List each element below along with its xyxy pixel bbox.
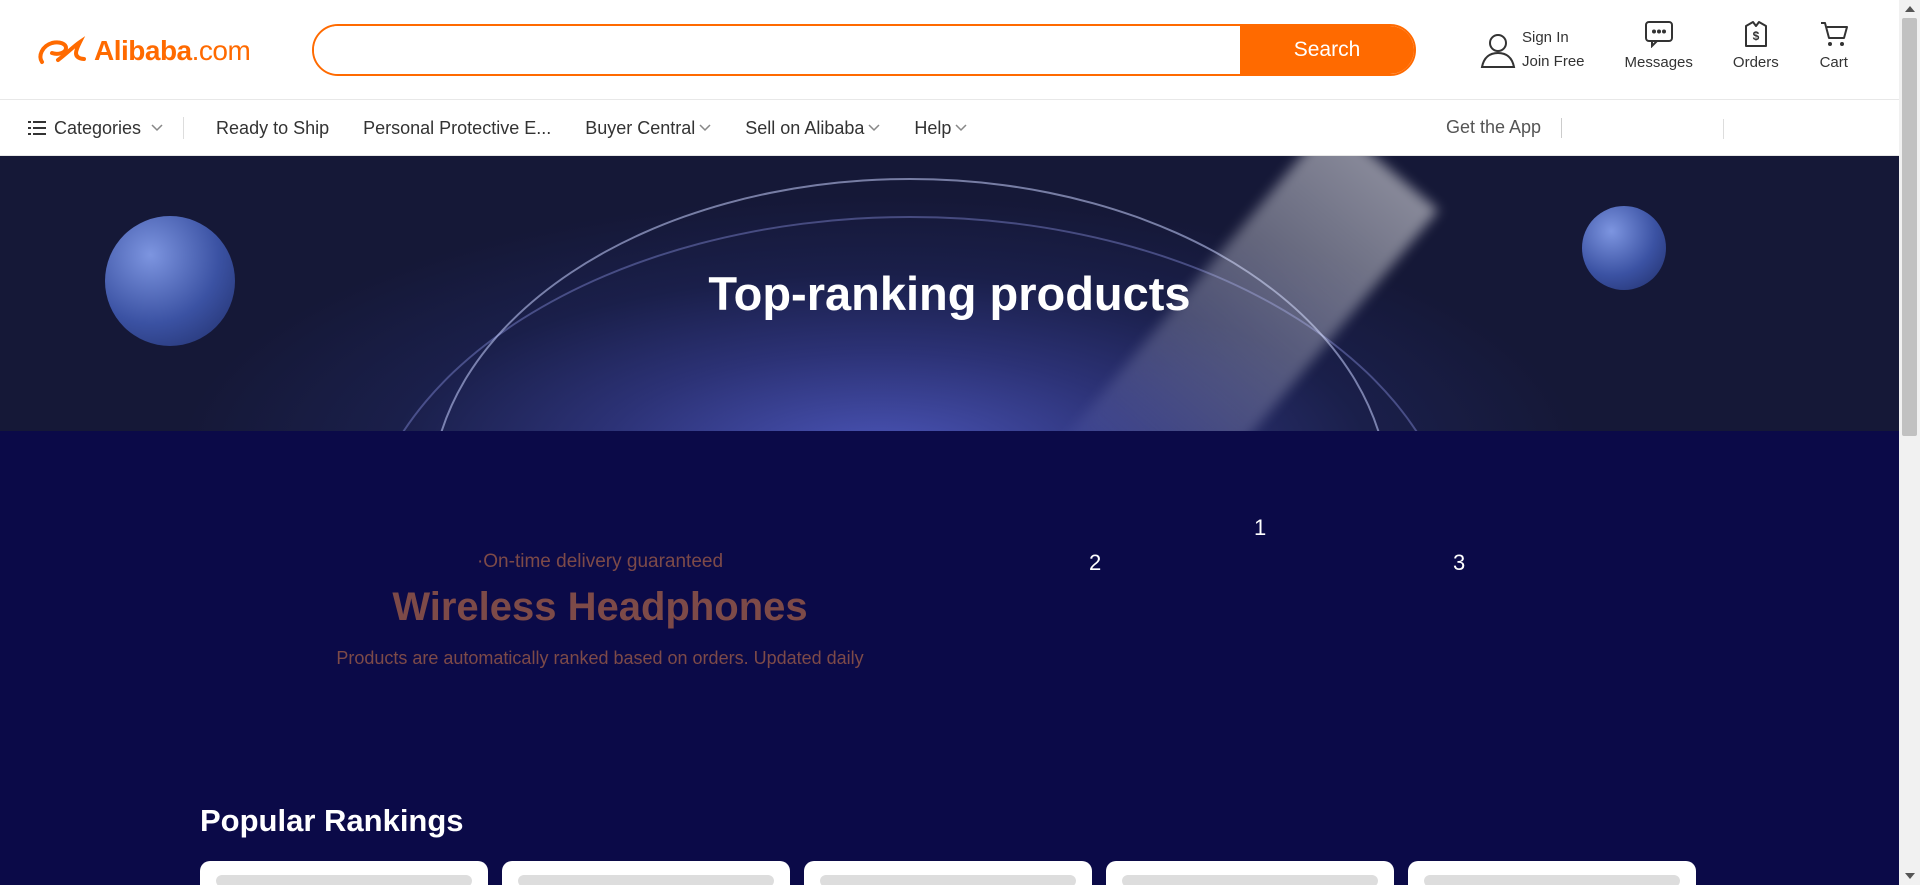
nav-item-label: Ready to Ship bbox=[216, 117, 330, 138]
categories-menu[interactable]: Categories bbox=[0, 117, 185, 139]
card-placeholder bbox=[1424, 875, 1680, 885]
card-placeholder bbox=[820, 875, 1076, 885]
cart-icon bbox=[1820, 22, 1848, 46]
nav-item-buyer-central[interactable]: Buyer Central bbox=[585, 118, 711, 139]
nav-item-ready-to-ship[interactable]: Ready to Ship bbox=[216, 118, 329, 139]
user-icon[interactable] bbox=[1478, 30, 1518, 70]
hero-title: Top-ranking products bbox=[708, 267, 1191, 320]
messages-label: Messages bbox=[1624, 54, 1693, 71]
ranking-card[interactable] bbox=[1106, 861, 1394, 885]
nav-item-label: Sell on Alibaba bbox=[745, 117, 865, 138]
rank-number-2: 2 bbox=[1089, 550, 1102, 575]
search-button[interactable]: Search bbox=[1240, 26, 1414, 74]
search-bar: Search bbox=[312, 24, 1416, 76]
scroll-up-arrow-icon[interactable] bbox=[1905, 6, 1915, 12]
featured-ranking[interactable]: ·On-time delivery guaranteed Wireless He… bbox=[280, 551, 920, 669]
logo-text: Alibaba.com bbox=[94, 35, 251, 67]
list-icon bbox=[28, 121, 46, 135]
search-input[interactable] bbox=[314, 26, 1240, 74]
card-placeholder bbox=[216, 875, 472, 885]
get-the-app-link[interactable]: Get the App bbox=[1446, 117, 1541, 138]
ranking-card[interactable] bbox=[1408, 861, 1696, 885]
orders-button[interactable]: $ Orders bbox=[1733, 20, 1779, 71]
ranking-card[interactable] bbox=[804, 861, 1092, 885]
page: Alibaba.com Search Sign In Join Free Mes… bbox=[0, 0, 1920, 885]
hero-banner: Top-ranking products bbox=[0, 156, 1899, 431]
sign-in-area: Sign In Join Free bbox=[1478, 26, 1585, 74]
svg-text:$: $ bbox=[1752, 29, 1759, 43]
cart-button[interactable]: Cart bbox=[1819, 20, 1849, 71]
alibaba-logo-icon bbox=[38, 36, 86, 64]
chevron-down-icon bbox=[955, 124, 967, 132]
chevron-down-icon bbox=[699, 124, 711, 132]
logo-brand: Alibaba bbox=[94, 35, 192, 66]
card-placeholder bbox=[1122, 875, 1378, 885]
nav-item-label: Personal Protective E... bbox=[363, 117, 552, 138]
nav-item-help[interactable]: Help bbox=[914, 118, 967, 139]
messages-button[interactable]: Messages bbox=[1625, 20, 1693, 71]
nav-divider bbox=[1561, 117, 1563, 138]
rank-number-3: 3 bbox=[1453, 550, 1466, 575]
popular-rankings-title: Popular Rankings bbox=[200, 803, 464, 838]
orders-icon: $ bbox=[1744, 21, 1767, 47]
alibaba-logo[interactable]: Alibaba.com bbox=[36, 32, 251, 70]
card-placeholder bbox=[518, 875, 774, 885]
scroll-thumb[interactable] bbox=[1902, 18, 1917, 436]
chevron-down-icon bbox=[868, 124, 880, 132]
ranking-description: Products are automatically ranked based … bbox=[336, 648, 864, 668]
chevron-down-icon bbox=[151, 124, 163, 132]
rankings-section: ·On-time delivery guaranteed Wireless He… bbox=[0, 431, 1899, 885]
ranking-card[interactable] bbox=[200, 861, 488, 885]
nav-right: Get the App bbox=[1446, 117, 1563, 138]
scroll-down-arrow-icon[interactable] bbox=[1905, 873, 1915, 879]
vertical-scrollbar[interactable] bbox=[1899, 0, 1920, 885]
categories-label: Categories bbox=[54, 117, 142, 138]
ranking-card[interactable] bbox=[502, 861, 790, 885]
nav-divider bbox=[1723, 119, 1724, 139]
nav-item-label: Buyer Central bbox=[585, 117, 696, 138]
popular-rankings-cards bbox=[200, 861, 1710, 885]
cart-label: Cart bbox=[1819, 54, 1848, 71]
join-free-link[interactable]: Join Free bbox=[1522, 50, 1585, 74]
header: Alibaba.com Search Sign In Join Free Mes… bbox=[0, 0, 1899, 100]
header-actions: Sign In Join Free Messages $ Orders Cart bbox=[1478, 20, 1849, 74]
messages-icon bbox=[1644, 21, 1673, 48]
nav-item-personal-protective[interactable]: Personal Protective E... bbox=[363, 118, 551, 139]
sign-in-links: Sign In Join Free bbox=[1522, 26, 1585, 74]
logo-suffix: .com bbox=[191, 35, 251, 66]
orders-label: Orders bbox=[1732, 54, 1779, 71]
nav-item-sell-on-alibaba[interactable]: Sell on Alibaba bbox=[745, 118, 880, 139]
top-nav: Categories Ready to Ship Personal Protec… bbox=[0, 101, 1899, 156]
featured-category-title: Wireless Headphones bbox=[392, 585, 808, 629]
rank-number-1: 1 bbox=[1254, 515, 1267, 540]
sign-in-link[interactable]: Sign In bbox=[1522, 26, 1585, 50]
nav-item-label: Help bbox=[914, 117, 952, 138]
delivery-tag: ·On-time delivery guaranteed bbox=[476, 551, 724, 572]
